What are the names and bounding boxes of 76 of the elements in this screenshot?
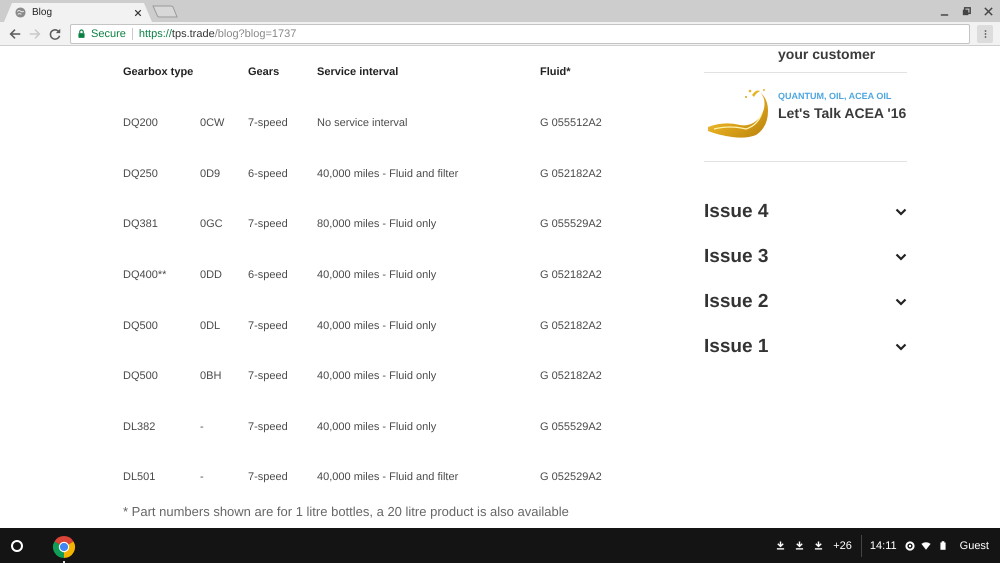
table-cell: G 052182A2 bbox=[540, 269, 602, 282]
footnote: * Part numbers shown are for 1 litre bottles, a 20 litre product is also available bbox=[123, 502, 570, 520]
issue-accordion-header[interactable]: Issue 3 bbox=[704, 234, 907, 279]
table-cell: G 055529A2 bbox=[540, 218, 602, 230]
table-cell: 0BH bbox=[200, 370, 222, 382]
table-cell: DQ500 bbox=[123, 370, 158, 382]
back-icon[interactable] bbox=[8, 26, 22, 40]
table-cell: - bbox=[200, 471, 204, 484]
download-count[interactable]: +26 bbox=[833, 540, 852, 552]
table-cell: 7-speed bbox=[248, 420, 288, 433]
download-icon[interactable] bbox=[814, 541, 824, 550]
table-cell: 40,000 miles - Fluid only bbox=[317, 420, 436, 433]
table-cell: DL382 bbox=[123, 420, 156, 433]
restore-icon[interactable] bbox=[961, 6, 972, 16]
table-cell: DQ500 bbox=[123, 320, 158, 332]
table-cell: G 052529A2 bbox=[540, 471, 602, 484]
close-icon[interactable] bbox=[983, 6, 994, 16]
wifi-icon[interactable] bbox=[920, 540, 931, 550]
table-cell: 6-speed bbox=[248, 269, 288, 282]
column-header: Service interval bbox=[317, 65, 400, 80]
download-icon[interactable] bbox=[776, 541, 786, 550]
ring-icon[interactable] bbox=[904, 540, 915, 550]
issue-accordion-header[interactable]: Issue 4 bbox=[704, 189, 907, 234]
oil-splash-drawing[interactable] bbox=[706, 87, 770, 139]
table-cell: G 052182A2 bbox=[540, 320, 602, 332]
security-label: Secure bbox=[91, 28, 126, 40]
table-cell: G 052182A2 bbox=[540, 370, 602, 382]
table-cell: 7-speed bbox=[248, 320, 288, 332]
table-cell: DQ381 bbox=[123, 218, 158, 230]
reload-icon[interactable] bbox=[48, 26, 62, 40]
table-cell: DL501 bbox=[123, 471, 156, 484]
battery-icon[interactable] bbox=[940, 541, 946, 550]
table-cell: G 055529A2 bbox=[540, 420, 602, 433]
clock-time[interactable]: 14:11 bbox=[870, 540, 897, 552]
table-cell: 7-speed bbox=[248, 117, 288, 130]
table-cell: 0CW bbox=[200, 117, 224, 130]
post-title[interactable]: Let's Talk ACEA '16 bbox=[778, 105, 906, 122]
table-cell: DQ400** bbox=[123, 269, 166, 282]
table-cell: 7-speed bbox=[248, 370, 288, 382]
table-cell: 6-speed bbox=[248, 168, 288, 180]
issue-accordion-header[interactable]: Issue 1 bbox=[704, 324, 907, 369]
app-icon[interactable] bbox=[52, 534, 76, 558]
column-header: Fluid* bbox=[540, 65, 572, 80]
table-cell: 80,000 miles - Fluid only bbox=[317, 218, 436, 230]
table-cell: 40,000 miles - Fluid and filter bbox=[317, 471, 458, 484]
table-cell: 7-speed bbox=[248, 471, 288, 484]
more-vertical-icon bbox=[984, 28, 986, 38]
issue-accordion-header[interactable]: Issue 2 bbox=[704, 279, 907, 324]
table-cell: 0GC bbox=[200, 218, 223, 230]
table-cell: G 052182A2 bbox=[540, 168, 602, 180]
table-cell: 40,000 miles - Fluid only bbox=[317, 370, 436, 382]
launcher-icon[interactable] bbox=[10, 538, 24, 552]
url-text[interactable]: https://tps.trade/blog?blog=1737 bbox=[138, 28, 296, 40]
table-cell: DQ250 bbox=[123, 168, 158, 180]
user-name[interactable]: Guest bbox=[960, 540, 989, 552]
lock-icon bbox=[78, 29, 85, 38]
table-cell: 40,000 miles - Fluid only bbox=[317, 320, 436, 332]
table-cell: 40,000 miles - Fluid only bbox=[317, 269, 436, 282]
table-cell: - bbox=[200, 420, 204, 433]
browser-tab[interactable]: Blog bbox=[4, 3, 152, 22]
table-cell: 0D9 bbox=[200, 168, 220, 180]
table-cell: 0DD bbox=[200, 269, 222, 282]
column-header: Gears bbox=[248, 46, 317, 98]
download-icon[interactable] bbox=[795, 541, 804, 550]
table-cell: 40,000 miles - Fluid and filter bbox=[317, 168, 458, 180]
address-bar[interactable]: Secure https://tps.trade/blog?blog=1737 bbox=[70, 24, 970, 44]
site-icon bbox=[15, 7, 26, 18]
table-cell: DQ200 bbox=[123, 117, 158, 130]
table-cell: No service interval bbox=[317, 117, 408, 130]
table-cell: G 055512A2 bbox=[540, 117, 602, 130]
menu-button[interactable] bbox=[977, 24, 993, 42]
table-cell: 7-speed bbox=[248, 218, 288, 230]
close-icon[interactable] bbox=[134, 8, 142, 16]
table-cell: 0DL bbox=[200, 320, 220, 332]
post-title[interactable]: your customer bbox=[778, 46, 876, 63]
column-header: Gearbox type bbox=[123, 65, 194, 80]
